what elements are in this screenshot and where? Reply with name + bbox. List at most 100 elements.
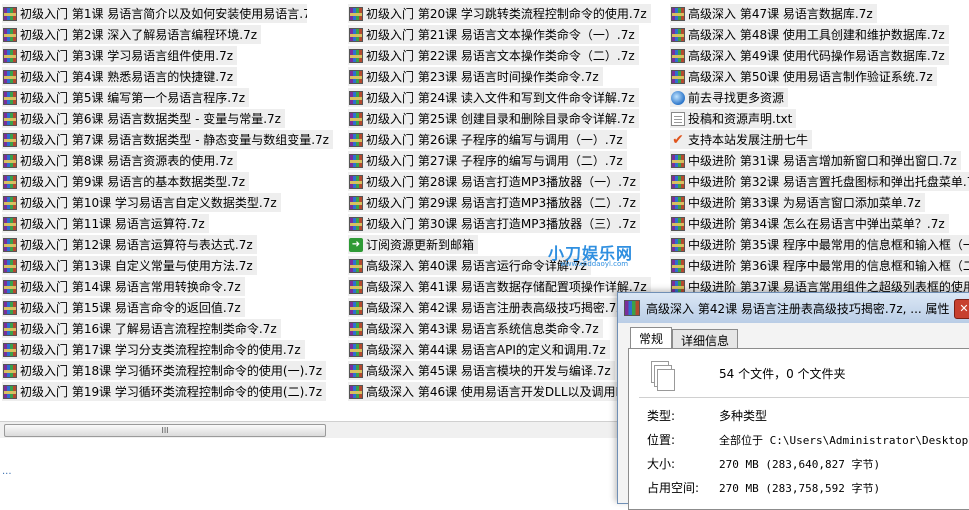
file-item[interactable]: 高级深入 第48课 使用工具创建和维护数据库.7z	[670, 25, 949, 44]
archive-icon	[3, 258, 17, 273]
file-item[interactable]: 初级入门 第24课 读入文件和写到文件命令详解.7z	[348, 88, 639, 107]
file-name: 高级深入 第44课 易语言API的定义和调用.7z	[366, 343, 606, 357]
file-item[interactable]: 中级进阶 第35课 程序中最常用的信息框和输入框（一）.7z	[670, 235, 969, 254]
file-name: 高级深入 第41课 易语言数据存储配置项操作详解.7z	[366, 280, 647, 294]
archive-icon	[3, 111, 17, 126]
properties-dialog: 高级深入 第42课 易语言注册表高级技巧揭密.7z, ... 属性 ✕ 常规 详…	[617, 292, 969, 510]
file-item[interactable]: 中级进阶 第34课 怎么在易语言中弹出菜单？.7z	[670, 214, 949, 233]
file-item[interactable]: 前去寻找更多资源	[670, 88, 789, 107]
archive-icon	[3, 237, 17, 252]
archive-icon	[349, 153, 363, 168]
file-item[interactable]: 高级深入 第42课 易语言注册表高级技巧揭密.7z	[348, 298, 627, 317]
file-item[interactable]: 中级进阶 第33课 为易语言窗口添加菜单.7z	[670, 193, 925, 212]
multiple-files-icon	[651, 361, 675, 391]
text-file-icon	[671, 111, 685, 126]
archive-icon	[3, 174, 17, 189]
file-item[interactable]: 初级入门 第20课 学习跳转类流程控制命令的使用.7z	[348, 4, 651, 23]
archive-icon	[349, 216, 363, 231]
file-item[interactable]: 高级深入 第45课 易语言模块的开发与编译.7z	[348, 361, 615, 380]
file-item[interactable]: ✔ 支持本站发展注册七牛	[670, 130, 813, 149]
file-item[interactable]: 高级深入 第47课 易语言数据库.7z	[670, 4, 877, 23]
archive-icon	[349, 384, 363, 399]
file-item[interactable]: 初级入门 第3课 学习易语言组件使用.7z	[2, 46, 238, 65]
file-item[interactable]: 初级入门 第15课 易语言命令的返回值.7z	[2, 298, 245, 317]
archive-icon	[349, 321, 363, 336]
file-item[interactable]: 初级入门 第27课 子程序的编写与调用（二）.7z	[348, 151, 627, 170]
size-label: 大小:	[647, 457, 676, 471]
archive-icon	[349, 195, 363, 210]
scrollbar-thumb[interactable]: III	[4, 424, 326, 437]
file-item[interactable]: 高级深入 第44课 易语言API的定义和调用.7z	[348, 340, 610, 359]
file-item[interactable]: 初级入门 第4课 熟悉易语言的快捷键.7z	[2, 67, 238, 86]
file-item[interactable]: 初级入门 第29课 易语言打造MP3播放器（二）.7z	[348, 193, 640, 212]
archive-icon	[3, 69, 17, 84]
file-item[interactable]: 初级入门 第5课 编写第一个易语言程序.7z	[2, 88, 250, 107]
archive-icon	[3, 195, 17, 210]
archive-icon	[671, 6, 685, 21]
file-name: 初级入门 第2课 深入了解易语言编程环境.7z	[20, 28, 258, 42]
file-item[interactable]: 初级入门 第1课 易语言简介以及如何安装使用易语言.7z	[2, 4, 307, 23]
file-item[interactable]: 初级入门 第2课 深入了解易语言编程环境.7z	[2, 25, 262, 44]
file-count-summary: 54 个文件，0 个文件夹	[719, 367, 846, 381]
file-name: 高级深入 第45课 易语言模块的开发与编译.7z	[366, 364, 611, 378]
watermark-url: www.x6ddaoyl.com	[560, 260, 629, 268]
file-item[interactable]: 中级进阶 第36课 程序中最常用的信息框和输入框（二）.7z	[670, 256, 969, 275]
archive-icon	[349, 300, 363, 315]
dialog-title: 高级深入 第42课 易语言注册表高级技巧揭密.7z, ... 属性	[646, 301, 950, 316]
file-item[interactable]: 初级入门 第18课 学习循环类流程控制命令的使用(一).7z	[2, 361, 327, 380]
file-item[interactable]: 初级入门 第14课 易语言常用转换命令.7z	[2, 277, 245, 296]
file-item[interactable]: 高级深入 第46课 使用易语言开发DLL以及调用DLL.7z	[348, 382, 653, 401]
file-item[interactable]: 初级入门 第12课 易语言运算符与表达式.7z	[2, 235, 257, 254]
file-item[interactable]: 初级入门 第25课 创建目录和删除目录命令详解.7z	[348, 109, 639, 128]
file-item[interactable]: 初级入门 第26课 子程序的编写与调用（一）.7z	[348, 130, 627, 149]
file-item[interactable]: 初级入门 第17课 学习分支类流程控制命令的使用.7z	[2, 340, 305, 359]
file-item[interactable]: 初级入门 第21课 易语言文本操作类命令（一）.7z	[348, 25, 639, 44]
archive-icon	[671, 195, 685, 210]
file-item[interactable]: 初级入门 第7课 易语言数据类型 - 静态变量与数组变量.7z	[2, 130, 333, 149]
file-item[interactable]: 初级入门 第23课 易语言时间操作类命令.7z	[348, 67, 603, 86]
file-name: 初级入门 第8课 易语言资源表的使用.7z	[20, 154, 234, 168]
file-item[interactable]: 高级深入 第50课 使用易语言制作验证系统.7z	[670, 67, 937, 86]
file-column-2: 初级入门 第20课 学习跳转类流程控制命令的使用.7z 初级入门 第21课 易语…	[348, 4, 653, 403]
archive-icon	[3, 216, 17, 231]
general-panel: 54 个文件，0 个文件夹 类型: 多种类型 位置: 全部位于 C:\Users…	[628, 348, 969, 510]
archive-icon	[349, 69, 363, 84]
file-item[interactable]: 初级入门 第28课 易语言打造MP3播放器（一）.7z	[348, 172, 640, 191]
file-item[interactable]: 高级深入 第49课 使用代码操作易语言数据库.7z	[670, 46, 949, 65]
file-name: 初级入门 第28课 易语言打造MP3播放器（一）.7z	[366, 175, 636, 189]
file-item[interactable]: 中级进阶 第32课 易语言置托盘图标和弹出托盘菜单.7z	[670, 172, 969, 191]
file-name: 初级入门 第10课 学习易语言自定义数据类型.7z	[20, 196, 277, 210]
file-item[interactable]: 高级深入 第43课 易语言系统信息类命令.7z	[348, 319, 603, 338]
file-item[interactable]: 初级入门 第30课 易语言打造MP3播放器（三）.7z	[348, 214, 640, 233]
close-button[interactable]: ✕	[954, 299, 969, 319]
file-item[interactable]: 初级入门 第16课 了解易语言流程控制类命令.7z	[2, 319, 281, 338]
file-item[interactable]: 初级入门 第22课 易语言文本操作类命令（二）.7z	[348, 46, 639, 65]
file-name: 初级入门 第23课 易语言时间操作类命令.7z	[366, 70, 599, 84]
file-name: 订阅资源更新到邮箱	[366, 238, 475, 252]
globe-icon	[671, 90, 685, 105]
file-item[interactable]: 初级入门 第13课 自定义常量与使用方法.7z	[2, 256, 257, 275]
file-item[interactable]: 中级进阶 第31课 易语言增加新窗口和弹出窗口.7z	[670, 151, 961, 170]
file-item[interactable]: 初级入门 第10课 学习易语言自定义数据类型.7z	[2, 193, 281, 212]
file-item[interactable]: 初级入门 第19课 学习循环类流程控制命令的使用(二).7z	[2, 382, 327, 401]
archive-icon	[349, 6, 363, 21]
file-item[interactable]: 初级入门 第11课 易语言运算符.7z	[2, 214, 209, 233]
file-item[interactable]: ➜ 订阅资源更新到邮箱	[348, 235, 479, 254]
archive-icon	[349, 27, 363, 42]
file-name: 初级入门 第27课 子程序的编写与调用（二）.7z	[366, 154, 623, 168]
file-item[interactable]: 初级入门 第9课 易语言的基本数据类型.7z	[2, 172, 250, 191]
file-item[interactable]: 初级入门 第6课 易语言数据类型 - 变量与常量.7z	[2, 109, 285, 128]
status-dots: ...	[2, 466, 12, 477]
file-name: 高级深入 第48课 使用工具创建和维护数据库.7z	[688, 28, 945, 42]
file-name: 高级深入 第49课 使用代码操作易语言数据库.7z	[688, 49, 945, 63]
archive-icon	[3, 48, 17, 63]
file-item[interactable]: 初级入门 第8课 易语言资源表的使用.7z	[2, 151, 238, 170]
file-name: 初级入门 第29课 易语言打造MP3播放器（二）.7z	[366, 196, 636, 210]
file-name: 中级进阶 第32课 易语言置托盘图标和弹出托盘菜单.7z	[688, 175, 969, 189]
dialog-titlebar[interactable]: 高级深入 第42课 易语言注册表高级技巧揭密.7z, ... 属性	[618, 293, 969, 323]
file-name: 初级入门 第25课 创建目录和删除目录命令详解.7z	[366, 112, 635, 126]
archive-icon	[671, 69, 685, 84]
file-item[interactable]: 投稿和资源声明.txt	[670, 109, 797, 128]
horizontal-scrollbar[interactable]: III	[0, 421, 618, 438]
file-item[interactable]: 高级深入 第41课 易语言数据存储配置项操作详解.7z	[348, 277, 651, 296]
